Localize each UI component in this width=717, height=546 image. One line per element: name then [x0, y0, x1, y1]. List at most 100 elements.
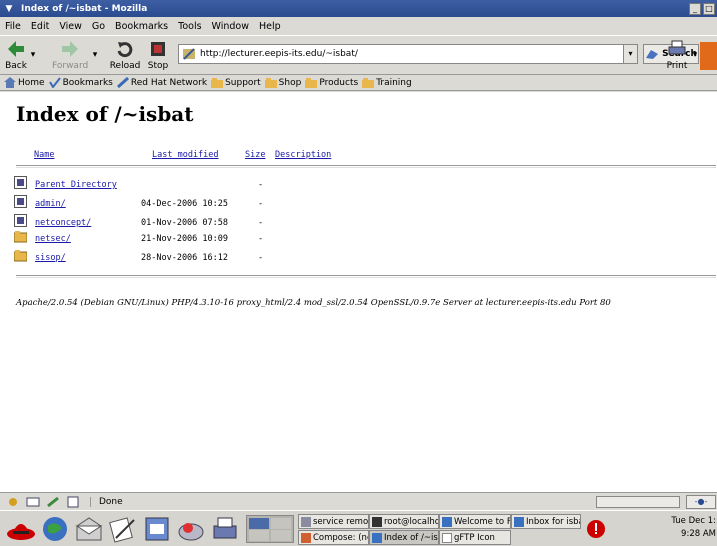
maximize-button[interactable]: □	[703, 2, 715, 15]
menu-edit[interactable]: Edit	[31, 21, 49, 32]
print-button[interactable]: Print	[664, 39, 690, 73]
menu-go[interactable]: Go	[92, 21, 105, 32]
browser-window-icon	[442, 516, 452, 527]
task-inbox[interactable]: Inbox for isba	[511, 514, 581, 529]
workspace-switcher[interactable]	[246, 515, 294, 543]
forward-arrow-icon	[62, 41, 78, 57]
divider	[16, 275, 716, 278]
web-browser-icon[interactable]	[40, 514, 70, 544]
netconcept-link[interactable]: netconcept/	[35, 218, 91, 228]
workspace-2[interactable]	[271, 518, 291, 529]
task-root-terminal[interactable]: root@localho:	[369, 514, 439, 529]
stop-icon	[151, 42, 165, 56]
window-title: Index of /~isbat - Mozilla	[21, 3, 148, 14]
server-signature: Apache/2.0.54 (Debian GNU/Linux) PHP/4.3…	[16, 298, 611, 308]
print-manager-icon[interactable]	[210, 514, 240, 544]
clock[interactable]: Tue Dec 1: 9:28 AM	[664, 515, 716, 541]
reload-icon	[117, 42, 133, 58]
menu-help[interactable]: Help	[259, 21, 281, 32]
back-label: Back	[5, 61, 27, 71]
home-link[interactable]: Home	[4, 77, 45, 88]
red-hat-menu-icon[interactable]	[6, 514, 36, 544]
folder-icon	[14, 250, 27, 262]
task-service-remote[interactable]: service remot	[298, 514, 369, 529]
parent-directory-link[interactable]: Parent Directory	[35, 180, 117, 190]
terminal-icon	[372, 516, 382, 527]
compose-window-icon	[301, 532, 311, 543]
training-folder[interactable]: Training	[362, 77, 412, 88]
forward-button[interactable]: Forward	[52, 39, 88, 73]
terminal-icon	[301, 516, 311, 527]
netsec-link[interactable]: netsec/	[35, 234, 71, 244]
navigator-icon[interactable]	[6, 496, 20, 508]
window-menu-icon[interactable]: ▼	[3, 3, 15, 15]
mail-icon[interactable]	[26, 496, 40, 508]
workspace-3[interactable]	[249, 530, 269, 541]
home-icon	[4, 77, 16, 88]
sisop-link[interactable]: sisop/	[35, 253, 66, 263]
folder-icon	[362, 78, 375, 88]
shop-folder[interactable]: Shop	[264, 77, 301, 88]
spreadsheet-icon[interactable]	[176, 514, 206, 544]
divider	[16, 165, 716, 168]
support-folder[interactable]: Support	[211, 77, 261, 88]
back-icon	[14, 195, 27, 208]
red-hat-network-link[interactable]: Red Hat Network	[116, 77, 207, 88]
window-titlebar: ▼ Index of /~isbat - Mozilla _ □	[0, 0, 717, 17]
online-status-icon[interactable]: -●-	[686, 495, 716, 509]
minimize-button[interactable]: _	[689, 2, 701, 15]
task-index-of-isbat[interactable]: Index of /~isl	[369, 530, 439, 545]
back-arrow-icon	[8, 41, 24, 57]
folder-icon	[211, 78, 224, 88]
navigation-toolbar: Back ▾ Forward ▾ Reload Stop http://lect…	[0, 35, 717, 75]
menubar: File Edit View Go Bookmarks Tools Window…	[0, 17, 717, 35]
sort-by-modified-link[interactable]: Last modified	[152, 150, 219, 160]
desktop-panel: service remot root@localho: Welcome to F…	[0, 510, 717, 546]
writer-icon[interactable]	[108, 514, 138, 544]
task-welcome[interactable]: Welcome to F	[439, 514, 511, 529]
admin-link[interactable]: admin/	[35, 199, 66, 209]
progress-bar	[596, 496, 680, 508]
menu-window[interactable]: Window	[212, 21, 249, 32]
menu-view[interactable]: View	[59, 21, 82, 32]
url-field[interactable]: http://lecturer.eepis-its.edu/~isbat/ ▾	[178, 44, 638, 64]
reload-label: Reload	[109, 61, 141, 71]
throbber-icon	[700, 42, 717, 70]
sort-by-name-link[interactable]: Name	[34, 150, 54, 160]
reload-button[interactable]: Reload	[108, 39, 142, 73]
sort-by-size-link[interactable]: Size	[245, 150, 265, 160]
print-label: Print	[666, 61, 688, 71]
folder-icon	[14, 231, 27, 243]
folder-icon	[305, 78, 318, 88]
gftp-icon	[442, 532, 452, 543]
personal-toolbar: Home Bookmarks Red Hat Network Support S…	[0, 75, 717, 91]
presentation-icon[interactable]	[142, 514, 172, 544]
email-icon[interactable]	[74, 514, 104, 544]
stop-button[interactable]: Stop	[146, 39, 170, 73]
composer-icon[interactable]	[46, 496, 60, 508]
red-hat-network-icon	[116, 77, 129, 88]
url-text[interactable]: http://lecturer.eepis-its.edu/~isbat/	[200, 49, 623, 59]
task-gftp[interactable]: gFTP Icon	[439, 530, 511, 545]
url-history-dropdown[interactable]: ▾	[623, 45, 637, 63]
menu-file[interactable]: File	[5, 21, 21, 32]
mail-window-icon	[514, 516, 524, 527]
menu-tools[interactable]: Tools	[178, 21, 201, 32]
workspace-4[interactable]	[271, 530, 291, 541]
update-alert-icon[interactable]	[586, 519, 606, 539]
address-book-icon[interactable]	[66, 496, 80, 508]
forward-label: Forward	[52, 61, 89, 71]
page-proxy-icon	[183, 48, 195, 60]
menu-bookmarks[interactable]: Bookmarks	[115, 21, 168, 32]
workspace-1[interactable]	[249, 518, 269, 529]
back-button[interactable]: Back	[4, 39, 28, 73]
page-content: Index of /~isbat Name Last modified Size…	[0, 92, 717, 492]
sort-by-description-link[interactable]: Description	[275, 150, 331, 160]
printer-icon	[668, 40, 686, 55]
stop-label: Stop	[147, 61, 169, 71]
back-icon	[14, 214, 27, 227]
bookmarks-link[interactable]: Bookmarks	[48, 77, 113, 88]
task-compose[interactable]: Compose: (nc	[298, 530, 369, 545]
status-text: Done	[90, 496, 123, 507]
products-folder[interactable]: Products	[305, 77, 358, 88]
